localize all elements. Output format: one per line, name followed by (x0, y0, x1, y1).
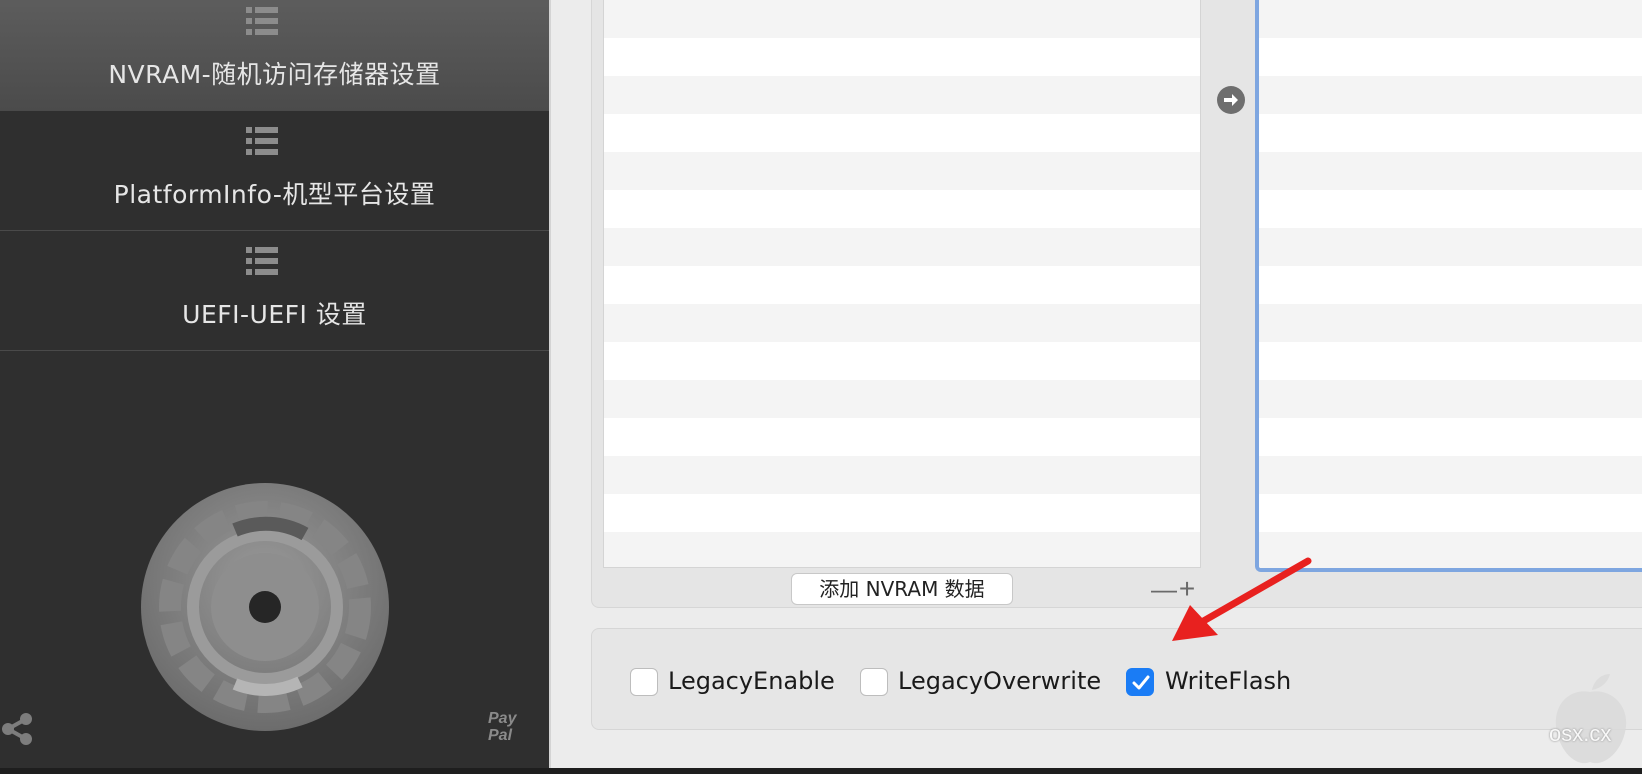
table-row[interactable] (1259, 0, 1642, 38)
table-row[interactable] (1259, 456, 1642, 494)
sidebar-item-platforminfo[interactable]: PlatformInfo-机型平台设置 (0, 111, 549, 231)
table-row[interactable] (1259, 228, 1642, 266)
table-row[interactable] (1259, 304, 1642, 342)
table-row[interactable] (1259, 418, 1642, 456)
table-row[interactable] (604, 114, 1200, 152)
sidebar-item-label: PlatformInfo-机型平台设置 (113, 180, 436, 209)
table-row[interactable] (1259, 38, 1642, 76)
nvram-key-table[interactable] (603, 0, 1201, 568)
table-row[interactable] (604, 456, 1200, 494)
table-row[interactable] (604, 380, 1200, 418)
table-row[interactable] (604, 190, 1200, 228)
table-row[interactable] (604, 304, 1200, 342)
sidebar-item-label: UEFI-UEFI 设置 (182, 300, 367, 329)
sidebar: NVRAM-随机访问存储器设置 PlatformInfo-机型平台设置 UEFI… (0, 0, 549, 774)
gear-icon (141, 483, 389, 731)
legacy-overwrite-checkbox[interactable] (860, 668, 888, 696)
table-row[interactable] (1259, 152, 1642, 190)
table-row[interactable] (604, 418, 1200, 456)
table-row[interactable] (1259, 342, 1642, 380)
table-row[interactable] (1259, 114, 1642, 152)
table-row[interactable] (604, 76, 1200, 114)
legacy-enable-checkbox[interactable] (630, 668, 658, 696)
write-flash-checkbox[interactable] (1126, 668, 1154, 696)
paypal-text: Pal (488, 727, 513, 744)
write-flash-label: WriteFlash (1165, 667, 1292, 695)
paypal-text: Pay (488, 710, 517, 727)
sidebar-item-nvram[interactable]: NVRAM-随机访问存储器设置 (0, 0, 549, 111)
share-icon[interactable] (0, 710, 38, 748)
table-row[interactable] (604, 0, 1200, 38)
add-nvram-data-button[interactable]: 添加 NVRAM 数据 (791, 573, 1013, 605)
annotation-arrow-icon (1172, 557, 1312, 641)
table-row[interactable] (604, 228, 1200, 266)
table-row[interactable] (1259, 494, 1642, 532)
table-row[interactable] (604, 266, 1200, 304)
nvram-options-panel: LegacyEnable LegacyOverwrite WriteFlash (591, 628, 1642, 730)
apple-logo-icon (1555, 674, 1627, 764)
list-icon (246, 127, 278, 155)
main-content: 添加 NVRAM 数据 — + LegacyEnable LegacyOverw… (549, 0, 1642, 774)
move-right-button[interactable] (1217, 86, 1245, 114)
checkmark-icon (1132, 675, 1150, 690)
table-row[interactable] (1259, 190, 1642, 228)
list-icon (246, 7, 278, 35)
legacy-enable-label: LegacyEnable (668, 667, 835, 695)
table-row[interactable] (604, 38, 1200, 76)
table-row[interactable] (1259, 76, 1642, 114)
table-row[interactable] (604, 532, 1200, 567)
table-row[interactable] (1259, 380, 1642, 418)
legacy-overwrite-label: LegacyOverwrite (898, 667, 1102, 695)
list-icon (246, 247, 278, 275)
nvram-value-table[interactable] (1255, 0, 1642, 572)
sidebar-item-uefi[interactable]: UEFI-UEFI 设置 (0, 231, 549, 351)
paypal-button[interactable]: Pay Pal (488, 710, 516, 744)
table-row[interactable] (604, 494, 1200, 532)
table-row[interactable] (1259, 266, 1642, 304)
window-bottom-edge (0, 768, 1642, 774)
sidebar-item-label: NVRAM-随机访问存储器设置 (108, 60, 441, 89)
table-row[interactable] (604, 152, 1200, 190)
watermark-text: osx.cx (1549, 721, 1612, 746)
table-row[interactable] (604, 342, 1200, 380)
arrow-right-circle-icon (1224, 94, 1238, 106)
